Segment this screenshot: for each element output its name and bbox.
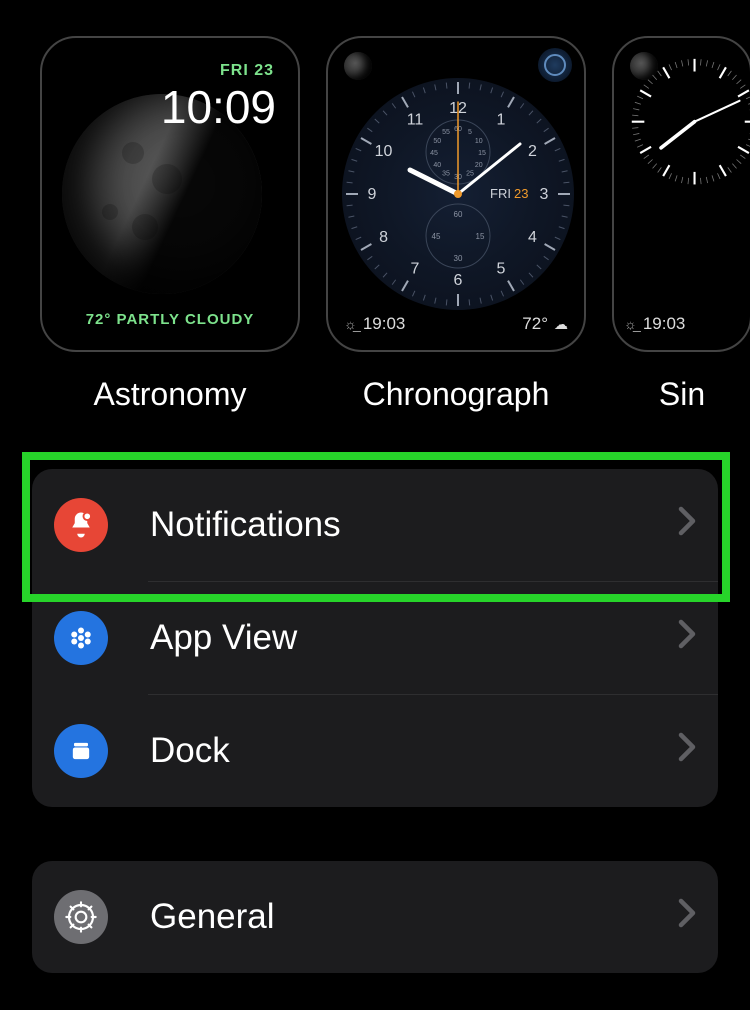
chevron-right-icon [678,732,696,770]
row-dock[interactable]: Dock [32,695,718,807]
row-label: Notifications [150,505,678,545]
row-general[interactable]: General [32,861,718,973]
svg-text:35: 35 [442,171,450,178]
sunset-time: 19:03 [643,314,686,334]
face-card-chronograph[interactable]: 121234567891011 60510152025303540455055 … [326,36,586,352]
svg-text:45: 45 [430,150,438,157]
svg-text:10: 10 [375,143,393,160]
svg-text:40: 40 [433,162,441,169]
face-label-simple: Sin [659,376,705,413]
face-label-astronomy: Astronomy [94,376,247,413]
moon-phase-icon [344,52,372,80]
svg-text:9: 9 [368,186,377,203]
row-label: App View [150,618,678,658]
svg-text:11: 11 [407,112,424,129]
chronograph-bottom: ☼̲ 19:03 72° ☁ [344,314,568,334]
face-item-astronomy: FRI 23 10:09 72° PARTLY CLOUDY Astronomy [40,36,300,413]
dock-icon [54,724,108,778]
simple-bottom: ☼̲ 19:03 [624,314,685,334]
svg-text:60: 60 [454,210,463,219]
face-card-astronomy[interactable]: FRI 23 10:09 72° PARTLY CLOUDY [40,36,300,352]
svg-text:15: 15 [476,232,485,241]
svg-text:50: 50 [433,138,441,145]
row-app-view[interactable]: App View [32,582,718,694]
face-card-simple[interactable]: ☼̲ 19:03 [612,36,750,352]
chevron-right-icon [678,898,696,936]
row-label: General [150,897,678,937]
settings-group-1: Notifications App View [32,469,718,807]
svg-text:55: 55 [442,129,450,136]
svg-text:6: 6 [454,272,463,289]
svg-text:8: 8 [379,229,388,246]
chronograph-day: FRI [490,186,511,201]
face-item-simple: ☼̲ 19:03 Sin [612,36,750,413]
watch-faces-row: FRI 23 10:09 72° PARTLY CLOUDY Astronomy… [0,0,750,413]
app-grid-icon [54,611,108,665]
simple-dial-svg [614,38,750,203]
chronograph-dial: 121234567891011 60510152025303540455055 … [342,78,574,310]
svg-text:5: 5 [468,129,472,136]
svg-text:4: 4 [528,229,537,246]
astronomy-time: 10:09 [161,80,276,134]
sunset-complication: ☼̲ 19:03 [344,314,405,334]
astronomy-weather: 72° PARTLY CLOUDY [42,311,298,328]
chronograph-daynum: 23 [514,186,528,201]
gear-icon [54,890,108,944]
chevron-right-icon [678,506,696,544]
temp-complication: 72° ☁ [522,314,568,334]
svg-text:20: 20 [475,162,483,169]
svg-text:45: 45 [432,232,441,241]
svg-text:10: 10 [475,138,483,145]
svg-text:2: 2 [528,143,537,160]
svg-text:3: 3 [540,186,549,203]
stopwatch-icon [538,48,572,82]
sunset-icon: ☼̲ [624,316,637,332]
row-label: Dock [150,731,678,771]
face-label-chronograph: Chronograph [363,376,550,413]
face-item-chronograph: 121234567891011 60510152025303540455055 … [326,36,586,413]
svg-text:1: 1 [497,112,506,129]
sunset-time: 19:03 [363,314,406,334]
astronomy-date: FRI 23 [220,62,274,80]
svg-text:7: 7 [411,261,420,278]
temp-value: 72° [522,314,548,334]
chronograph-svg: 121234567891011 60510152025303540455055 … [342,78,574,310]
chevron-right-icon [678,619,696,657]
svg-text:15: 15 [478,150,486,157]
svg-text:5: 5 [497,261,506,278]
sunset-icon: ☼̲ [344,316,357,332]
row-notifications[interactable]: Notifications [32,469,718,581]
svg-text:30: 30 [454,254,463,263]
bell-icon [54,498,108,552]
sunset-complication: ☼̲ 19:03 [624,314,685,334]
cloud-icon: ☁ [554,316,568,333]
svg-text:25: 25 [466,171,474,178]
settings-group-2: General [32,861,718,973]
